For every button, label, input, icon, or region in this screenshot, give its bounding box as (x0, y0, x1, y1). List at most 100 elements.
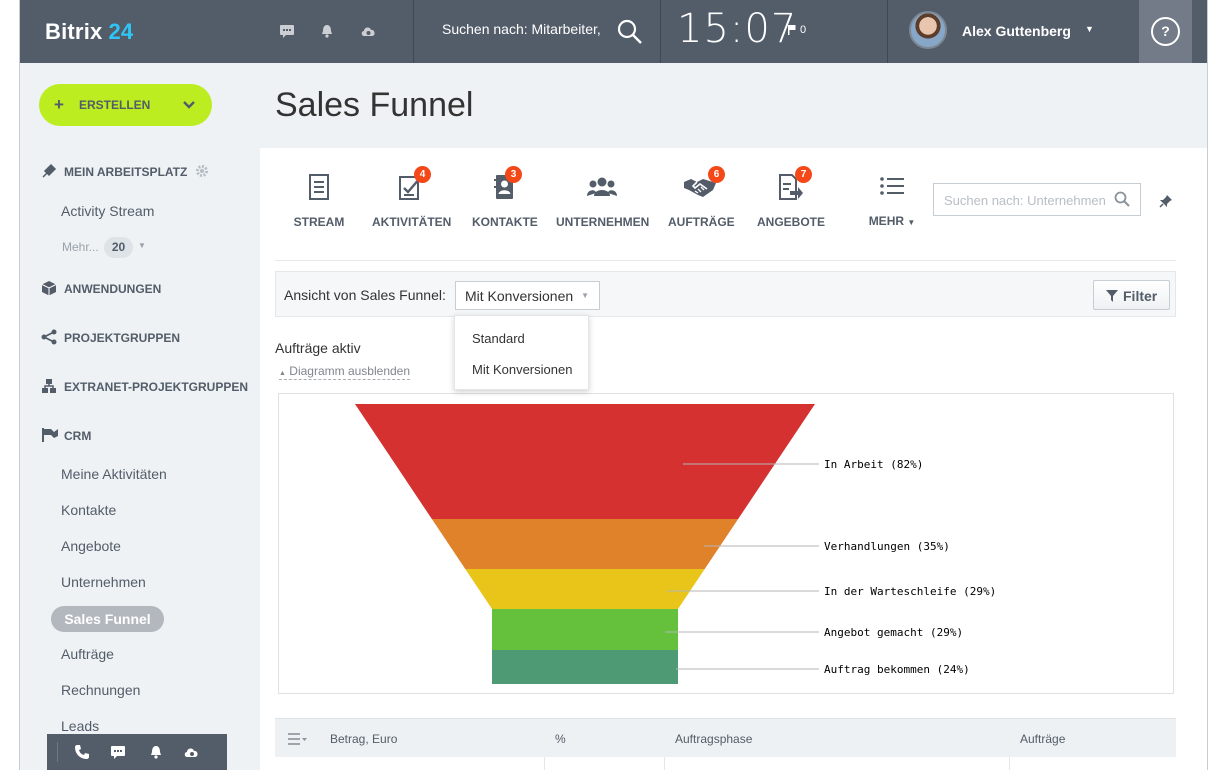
companies-icon (587, 177, 617, 196)
app-window: Bitrix 24 Suchen nach: Mitarbeiter, 15:07… (19, 0, 1208, 770)
tab-companies[interactable]: UNTERNEHMEN (556, 174, 649, 234)
tab-quotes[interactable]: 7 ANGEBOTE (754, 166, 828, 234)
sidebar-item-invoices[interactable]: Rechnungen (61, 682, 140, 698)
cube-icon (41, 281, 57, 296)
chevron-down-icon[interactable]: ▼ (1085, 24, 1094, 34)
sidebar-section-label: CRM (64, 429, 92, 443)
bell-icon[interactable] (320, 24, 334, 38)
funnel-segment (355, 404, 815, 519)
flag-count: 0 (800, 24, 807, 36)
option-mit-konversionen[interactable]: Mit Konversionen (472, 362, 572, 377)
search-icon[interactable] (617, 19, 643, 45)
view-select[interactable]: Mit Konversionen ▼ (455, 281, 600, 310)
column-header-deals[interactable]: Aufträge (1020, 732, 1065, 746)
funnel-stage-label: Angebot gemacht (29%) (824, 626, 963, 639)
column-header-percent[interactable]: % (555, 732, 566, 746)
option-standard[interactable]: Standard (472, 331, 525, 346)
stream-icon (309, 174, 329, 200)
column-header-amount[interactable]: Betrag, Euro (330, 732, 397, 746)
chevron-down-icon: ▼ (907, 218, 916, 227)
gear-icon[interactable] (195, 164, 209, 178)
activities-count-badge: 4 (414, 166, 431, 183)
tab-label: MEHR ▼ (862, 214, 922, 228)
tab-label: ANGEBOTE (756, 215, 825, 229)
tab-contacts[interactable]: 3 KONTAKTE (472, 166, 538, 234)
bell-icon[interactable] (148, 744, 164, 760)
tab-more-label: MEHR (868, 214, 905, 228)
share-icon (41, 329, 57, 345)
help-icon[interactable]: ? (1151, 17, 1180, 46)
help-area[interactable]: ? (1139, 0, 1192, 63)
tab-activities[interactable]: 4 AKTIVITÄTEN (372, 166, 452, 234)
plus-icon: + (54, 95, 64, 114)
filter-label: Filter (1123, 288, 1158, 304)
menu-icon[interactable] (288, 733, 308, 745)
table-header: Betrag, Euro % Auftragsphase Aufträge (275, 718, 1176, 757)
chevron-down-icon: ▼ (581, 291, 589, 300)
cloud-icon[interactable] (360, 24, 377, 38)
sidebar-item-contacts[interactable]: Kontakte (61, 502, 116, 518)
avatar[interactable] (909, 11, 947, 49)
create-button[interactable]: + ERSTELLEN (39, 84, 212, 126)
user-name[interactable]: Alex Guttenberg (962, 23, 1071, 39)
chart-title: Aufträge aktiv (275, 340, 361, 356)
chat-icon[interactable] (110, 744, 126, 760)
sidebar-item-sales-funnel[interactable]: Sales Funnel (51, 606, 164, 632)
tab-stream[interactable]: STREAM (292, 174, 346, 234)
column-divider (664, 757, 665, 770)
chat-icon[interactable] (280, 24, 294, 38)
quotes-count-badge: 7 (795, 166, 812, 183)
list-icon (880, 177, 904, 195)
logo-number: 24 (108, 19, 134, 44)
sidebar-item-my-activities[interactable]: Meine Aktivitäten (61, 466, 167, 482)
sidebar-item-leads[interactable]: Leads (61, 718, 99, 734)
contacts-count-badge: 3 (505, 166, 522, 183)
main-panel: STREAM 4 AKTIVITÄTEN 3 KONTAKTE UNTERNEH… (260, 148, 1207, 770)
hide-chart-link[interactable]: ▲ Diagramm ausblenden (279, 364, 411, 380)
pin-icon[interactable] (1159, 194, 1173, 208)
filter-icon (1106, 290, 1118, 302)
filter-button[interactable]: Filter (1093, 280, 1170, 310)
bottom-toolbar (47, 734, 227, 770)
sidebar-section-label: MEIN ARBEITSPLATZ (64, 165, 188, 179)
more-count-badge: 20 (104, 237, 133, 258)
sidebar-more-link[interactable]: Mehr... (62, 240, 99, 254)
search-icon[interactable] (1114, 191, 1130, 207)
chevron-up-icon: ▲ (279, 370, 286, 377)
clock[interactable]: 15:07 (677, 6, 797, 52)
funnel-stage-label: Verhandlungen (35%) (824, 540, 950, 553)
sidebar-item-quotes[interactable]: Angebote (61, 538, 121, 554)
funnel-segment (431, 519, 739, 569)
logo[interactable]: Bitrix 24 (45, 19, 133, 45)
sidebar-item-companies[interactable]: Unternehmen (61, 574, 146, 590)
deals-count-badge: 6 (708, 166, 725, 183)
tabs-divider (275, 260, 1176, 261)
funnel-stage-label: In der Warteschleife (29%) (824, 585, 996, 598)
sidebar-section-label: ANWENDUNGEN (64, 282, 162, 296)
funnel-segment (465, 569, 705, 609)
view-label: Ansicht von Sales Funnel: (284, 287, 446, 303)
tab-more[interactable]: MEHR ▼ (862, 174, 922, 234)
tab-deals[interactable]: 6 AUFTRÄGE (668, 166, 735, 234)
tab-label: AKTIVITÄTEN (372, 215, 452, 229)
hierarchy-icon (42, 379, 56, 393)
view-dropdown-menu: Standard Mit Konversionen (454, 315, 589, 390)
cloud-icon[interactable] (183, 744, 201, 760)
crm-flag-icon (42, 428, 58, 442)
funnel-segment (492, 650, 678, 684)
header-divider (413, 0, 414, 63)
sidebar-section-label: EXTRANET-PROJEKTGRUPPEN (64, 380, 249, 394)
header-search-input[interactable]: Suchen nach: Mitarbeiter, (442, 21, 601, 37)
column-divider (544, 757, 545, 770)
sidebar-item-deals[interactable]: Aufträge (61, 646, 114, 662)
header-divider (887, 0, 888, 63)
chevron-down-icon[interactable]: ▼ (138, 241, 146, 250)
toolbar-divider (57, 742, 58, 762)
sidebar-item-activity-stream[interactable]: Activity Stream (61, 203, 154, 219)
crm-search-input[interactable]: Suchen nach: Unternehmen (933, 183, 1141, 216)
top-header: Bitrix 24 Suchen nach: Mitarbeiter, 15:07… (20, 0, 1207, 63)
phone-icon[interactable] (74, 744, 90, 760)
column-header-stage[interactable]: Auftragsphase (675, 732, 752, 746)
tab-label: AUFTRÄGE (668, 215, 735, 229)
header-divider (660, 0, 661, 63)
